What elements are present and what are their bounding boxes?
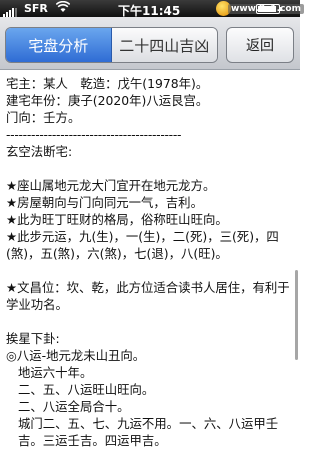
battery-icon (256, 4, 282, 14)
navigation-bar: 宅盘分析 二十四山吉凶 返回 (0, 17, 300, 70)
build-year-line: 建宅年份：庚子(2020年)八运艮宫。 (6, 93, 209, 108)
owner-line: 宅主：某人 乾造：戊午(1978年)。 (6, 76, 209, 91)
wifi-icon (55, 0, 71, 16)
bullet-item: ★文昌位：坎、乾，此方位适合读书人居住，有利于学业功名。 (6, 280, 290, 312)
star-item: 二、八运全局合十。 (18, 399, 130, 414)
signal-strength-icon (3, 4, 18, 17)
star-item: 二、五、八运旺山旺向。 (18, 382, 155, 397)
door-line: 门向：壬方。 (6, 110, 81, 125)
section-title: 玄空法断宅: (6, 144, 73, 159)
bullet-item: ★座山属地元龙大门宜开在地元龙方。 (6, 178, 216, 193)
carrier-name: SFR (24, 2, 48, 15)
bullet-item: ★此步元运，九(生)，一(生)，二(死)，三(死)，四(煞)，五(煞)，六(煞)… (6, 229, 279, 261)
star-item: 城门二、五、七、九运不用。一、六、八运甲壬吉。三运壬吉。四运甲吉。 (18, 416, 279, 448)
divider: ----------------------------------------… (6, 127, 182, 142)
star-item: 地运六十年。 (18, 365, 93, 380)
star-item: ◎八运-地元龙未山丑向。 (6, 348, 146, 363)
status-bar: SFR 下午11:45 www.8s1.com (0, 0, 304, 18)
tab-twenty-four-mountains[interactable]: 二十四山吉凶 (111, 28, 217, 62)
back-button[interactable]: 返回 (226, 27, 294, 63)
bullet-item: ★此为旺丁旺财的格局，俗称旺山旺向。 (6, 212, 228, 227)
star-section-title: 挨星下卦: (6, 331, 60, 346)
tab-house-analysis[interactable]: 宅盘分析 (6, 28, 112, 62)
analysis-text: 宅主：某人 乾造：戊午(1978年)。 建宅年份：庚子(2020年)八运艮宫。 … (0, 70, 300, 450)
bullet-item: ★房屋朝向与门向同元一气，吉利。 (6, 195, 203, 210)
scroll-indicator[interactable] (295, 270, 298, 360)
segmented-control: 宅盘分析 二十四山吉凶 (5, 27, 218, 63)
